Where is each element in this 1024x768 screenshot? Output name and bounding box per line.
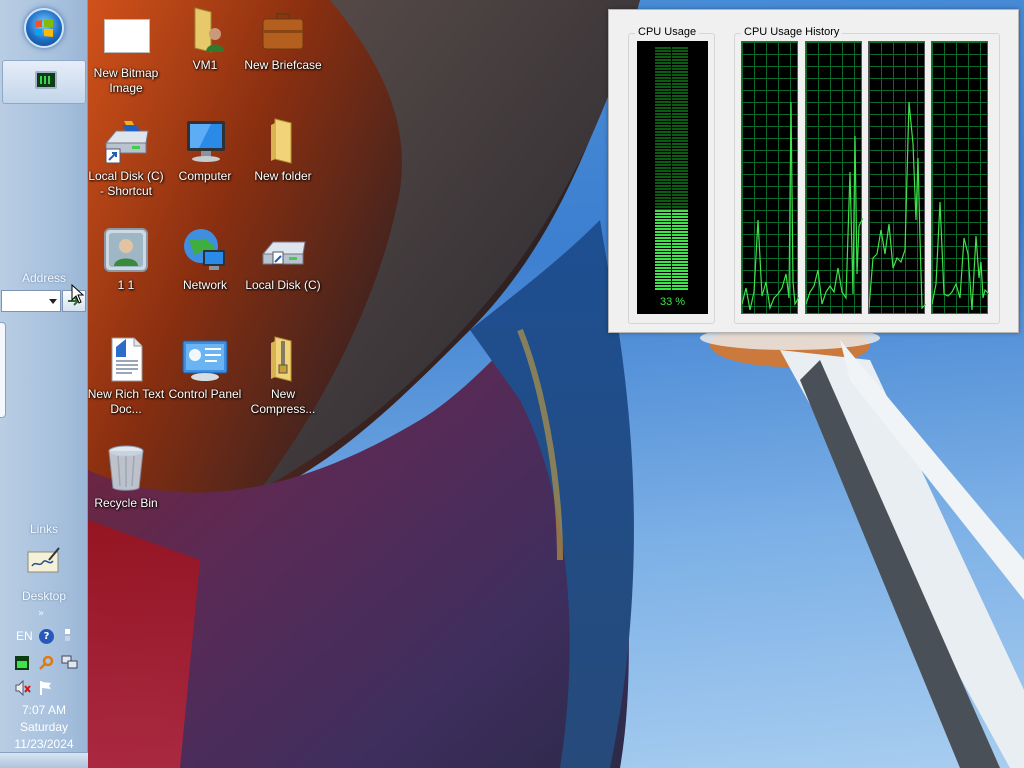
sidebar-collapse-handle[interactable] [0,322,6,418]
cpu-history-line-core-4 [932,201,989,311]
cpu-history-graph-core-1 [741,41,799,314]
computer-icon [181,117,229,165]
tray-row-3 [0,679,88,699]
desktop-icon-new-compressed-folder[interactable]: New Compress... [243,335,323,417]
desktop-icon-label: Local Disk (C) - Shortcut [88,169,164,198]
cpu-usage-title: CPU Usage [635,26,700,38]
desktop-icon-label: New Briefcase [244,58,322,72]
control-panel-icon [181,335,229,383]
windows-logo-icon [35,19,53,37]
chevron-down-icon[interactable] [49,299,57,304]
taskbar: Address Links Desktop » EN ? 7:07 AM Sat… [0,0,88,768]
desktop-icon-new-rich-text-doc[interactable]: New Rich Text Doc... [86,335,166,417]
address-input[interactable] [1,290,61,312]
cpu-history-title: CPU Usage History [741,26,843,38]
recycle-bin-icon [102,444,150,492]
links-toolbar-label: Links [29,522,58,536]
action-center-flag-icon[interactable] [38,680,54,696]
user-account-icon [102,226,150,274]
cpu-history-graph-core-2 [805,41,863,314]
desktop-icon-label: New Bitmap Image [93,66,159,95]
search-key-icon[interactable] [38,655,54,671]
address-toolbar-label: Address [21,271,67,285]
cpu-history-graph-core-4 [931,41,989,314]
rich-text-document-icon [102,335,150,383]
desktop-icon-label: New folder [254,169,312,183]
expand-chevron-icon[interactable]: » [38,608,44,619]
hard-drive-icon [259,226,307,274]
tray-row-2 [0,654,88,674]
task-manager-tray-icon[interactable] [15,656,29,670]
cpu-usage-bars [655,47,688,291]
desktop-icon-label: Network [182,278,227,292]
links-item-icon[interactable] [27,546,61,577]
desktop-icon-user-1-1[interactable]: 1 1 [86,226,166,293]
language-indicator[interactable]: EN [16,629,33,643]
network-icon[interactable] [61,655,79,671]
desktop-icon-new-briefcase[interactable]: New Briefcase [243,6,323,73]
desktop-icon-recycle-bin[interactable]: Recycle Bin [86,444,166,511]
desktop-icon-computer[interactable]: Computer [165,117,245,184]
cpu-history-line-core-2 [806,135,863,305]
zip-folder-icon [259,335,307,383]
language-options-icon[interactable] [62,628,72,644]
cpu-history-line-core-3 [869,101,926,310]
mouse-cursor-icon [71,284,85,304]
briefcase-icon [259,6,307,54]
desktop-icon-network[interactable]: Network [165,226,245,293]
desktop-icon-label: New Rich Text Doc... [87,387,165,416]
drive-shortcut-icon [102,117,150,165]
desktop-icon-new-folder[interactable]: New folder [243,117,323,184]
help-icon[interactable]: ? [39,629,54,644]
clock-time[interactable]: 7:07 AM [0,703,88,717]
user-folder-icon [181,6,229,54]
folder-icon [259,117,307,165]
network-globe-icon [181,226,229,274]
tray-row-1: EN ? [0,628,88,648]
start-button[interactable] [24,8,64,48]
desktop-icon-label: Local Disk (C) [245,278,321,292]
signature-doc-icon [27,547,60,573]
bitmap-image-icon [102,14,150,62]
desktop-toolbar-label: Desktop [21,589,67,603]
cpu-history-graph-core-3 [868,41,926,314]
cpu-usage-meter: 33 % [637,41,708,314]
desktop-icon-control-panel[interactable]: Control Panel [165,335,245,402]
volume-muted-icon[interactable] [15,680,31,696]
clock-day[interactable]: Saturday [0,720,88,734]
desktop-icon-label: Recycle Bin [94,496,158,510]
desktop-icon-label: Computer [178,169,232,183]
task-manager-icon [35,71,57,89]
desktop-icon-label: 1 1 [117,278,135,292]
clock-date[interactable]: 11/23/2024 [0,737,88,751]
desktop-icon-local-disk-shortcut[interactable]: Local Disk (C) - Shortcut [86,117,166,199]
cpu-usage-level [655,210,688,291]
cpu-history-line-core-1 [742,101,799,311]
taskbar-task-manager-button[interactable] [2,60,86,104]
desktop-icon-local-disk[interactable]: Local Disk (C) [243,226,323,293]
desktop-icon-new-bitmap-image[interactable]: New Bitmap Image [86,14,166,96]
desktop-icon-label: New Compress... [250,387,316,416]
desktop-icon-label: VM1 [192,58,218,72]
desktop-icon-vm1[interactable]: VM1 [165,6,245,73]
cpu-usage-percent: 33 % [659,296,686,308]
desktop-icon-label: Control Panel [168,387,242,401]
show-desktop-button[interactable] [0,752,88,768]
